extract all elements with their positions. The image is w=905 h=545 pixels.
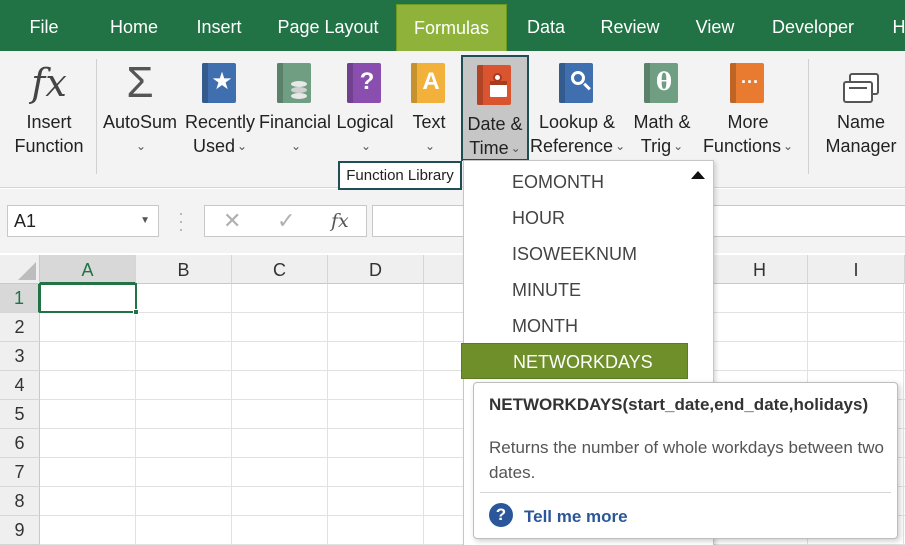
- tab-review[interactable]: Review: [594, 0, 666, 51]
- star-book-icon: ★: [200, 61, 240, 105]
- function-library-group-label: Function Library: [338, 161, 462, 190]
- row-header-4[interactable]: 4: [0, 371, 40, 400]
- formula-buttons: ✕ ✓ fx: [204, 205, 367, 237]
- question-book-icon: ?: [345, 61, 385, 105]
- tab-formulas[interactable]: Formulas: [396, 4, 507, 51]
- column-header-b[interactable]: B: [136, 255, 232, 284]
- name-manager-label-1: Name: [836, 112, 885, 132]
- tooltip-divider: [480, 492, 891, 493]
- date-time-label-2: Time ⌄: [469, 138, 521, 158]
- column-header-c[interactable]: C: [232, 255, 328, 284]
- text-button[interactable]: A Text ⌄: [402, 51, 456, 161]
- financial-button[interactable]: Financial ⌄: [258, 51, 332, 161]
- menu-item-networkdays[interactable]: NETWORKDAYS: [461, 343, 688, 379]
- ribbon-separator: [96, 59, 97, 174]
- fx-icon: fx: [31, 61, 67, 105]
- row-header-8[interactable]: 8: [0, 487, 40, 516]
- select-all-button[interactable]: [0, 255, 40, 284]
- theta-book-icon: θ: [642, 61, 682, 105]
- math-trig-button[interactable]: θ Math & Trig ⌄: [628, 51, 696, 161]
- column-header-d[interactable]: D: [328, 255, 424, 284]
- tab-view[interactable]: View: [686, 0, 744, 51]
- logical-caret: ⌄: [360, 139, 372, 153]
- more-functions-button[interactable]: ··· More Functions ⌄: [700, 51, 796, 161]
- menu-item-minute[interactable]: MINUTE: [464, 272, 713, 308]
- drag-handle-icon[interactable]: · · ·: [178, 204, 184, 238]
- function-description: Returns the number of whole workdays bet…: [489, 438, 884, 482]
- magnifier-book-icon: [557, 61, 597, 105]
- autosum-button[interactable]: Σ AutoSum ⌄: [100, 51, 180, 161]
- menu-item-month[interactable]: MONTH: [464, 308, 713, 344]
- recently-used-label-1: Recently: [184, 112, 256, 132]
- more-functions-label-2: Functions ⌄: [702, 136, 794, 156]
- row-header-6[interactable]: 6: [0, 429, 40, 458]
- lookup-reference-button[interactable]: Lookup & Reference ⌄: [530, 51, 626, 161]
- date-time-label-1: Date &: [467, 114, 523, 134]
- column-header-a[interactable]: A: [40, 255, 136, 284]
- autosum-label: AutoSum: [102, 112, 178, 132]
- tab-home[interactable]: Home: [96, 0, 172, 51]
- name-manager-label-2: Manager: [825, 136, 897, 156]
- insert-function-label-2: Function: [14, 136, 84, 156]
- lookup-reference-label-2: Reference ⌄: [530, 136, 626, 156]
- help-question-icon[interactable]: ?: [489, 503, 513, 527]
- formula-bar: A1 ▼ · · · ✕ ✓ fx: [0, 189, 905, 253]
- insert-function-icon[interactable]: fx: [331, 210, 349, 232]
- text-label: Text: [412, 112, 446, 132]
- tab-page-layout[interactable]: Page Layout: [272, 0, 384, 51]
- function-tooltip: NETWORKDAYS(start_date,end_date,holidays…: [473, 382, 898, 539]
- chevron-down-icon[interactable]: ▼: [140, 206, 150, 236]
- ribbon-tab-bar: File Home Insert Page Layout Formulas Da…: [0, 0, 905, 51]
- row-header-5[interactable]: 5: [0, 400, 40, 429]
- insert-function-button[interactable]: fx Insert Function: [6, 51, 92, 161]
- tab-developer[interactable]: Developer: [762, 0, 864, 51]
- text-caret: ⌄: [424, 139, 436, 153]
- logical-button[interactable]: ? Logical ⌄: [334, 51, 396, 161]
- column-header-i[interactable]: I: [808, 255, 905, 284]
- insert-function-label-1: Insert: [26, 112, 72, 132]
- recently-used-label-2: Used ⌄: [192, 136, 248, 156]
- logical-label: Logical: [336, 112, 394, 132]
- menu-item-isoweeknum[interactable]: ISOWEEKNUM: [464, 236, 713, 272]
- cancel-icon[interactable]: ✕: [223, 208, 241, 234]
- autosum-caret: ⌄: [135, 139, 147, 153]
- sigma-icon: Σ: [126, 58, 154, 107]
- row-header-3[interactable]: 3: [0, 342, 40, 371]
- more-functions-label-1: More: [727, 112, 769, 132]
- tab-help[interactable]: H: [884, 0, 905, 51]
- tab-file[interactable]: File: [14, 0, 74, 51]
- recently-used-button[interactable]: ★ Recently Used ⌄: [184, 51, 256, 161]
- ribbon-separator: [808, 59, 809, 174]
- column-header-h[interactable]: H: [712, 255, 808, 284]
- date-time-button[interactable]: Date & Time ⌄: [461, 55, 529, 161]
- function-signature: NETWORKDAYS(start_date,end_date,holidays…: [489, 395, 869, 414]
- coins-book-icon: [275, 61, 315, 105]
- financial-caret: ⌄: [290, 139, 302, 153]
- tab-insert[interactable]: Insert: [186, 0, 252, 51]
- row-header-7[interactable]: 7: [0, 458, 40, 487]
- calendar-book-icon: [475, 63, 515, 107]
- name-box[interactable]: A1 ▼: [7, 205, 159, 237]
- dots-book-icon: ···: [728, 61, 768, 105]
- name-manager-button[interactable]: Name Manager: [820, 51, 902, 161]
- row-header-1[interactable]: 1: [0, 284, 40, 313]
- name-tags-icon: [841, 61, 881, 105]
- math-trig-label-1: Math &: [633, 112, 691, 132]
- enter-check-icon[interactable]: ✓: [277, 208, 295, 234]
- menu-item-hour[interactable]: HOUR: [464, 200, 713, 236]
- active-cell-a1[interactable]: [39, 283, 139, 315]
- letter-a-book-icon: A: [409, 61, 449, 105]
- row-header-9[interactable]: 9: [0, 516, 40, 545]
- row-header-2[interactable]: 2: [0, 313, 40, 342]
- tell-me-more-link[interactable]: Tell me more: [524, 507, 628, 527]
- math-trig-label-2: Trig ⌄: [640, 136, 684, 156]
- financial-label: Financial: [258, 112, 332, 132]
- fill-handle[interactable]: [133, 309, 139, 315]
- name-box-value: A1: [14, 211, 37, 231]
- menu-item-eomonth[interactable]: EOMONTH: [464, 164, 713, 200]
- tab-data[interactable]: Data: [517, 0, 575, 51]
- lookup-reference-label-1: Lookup &: [538, 112, 616, 132]
